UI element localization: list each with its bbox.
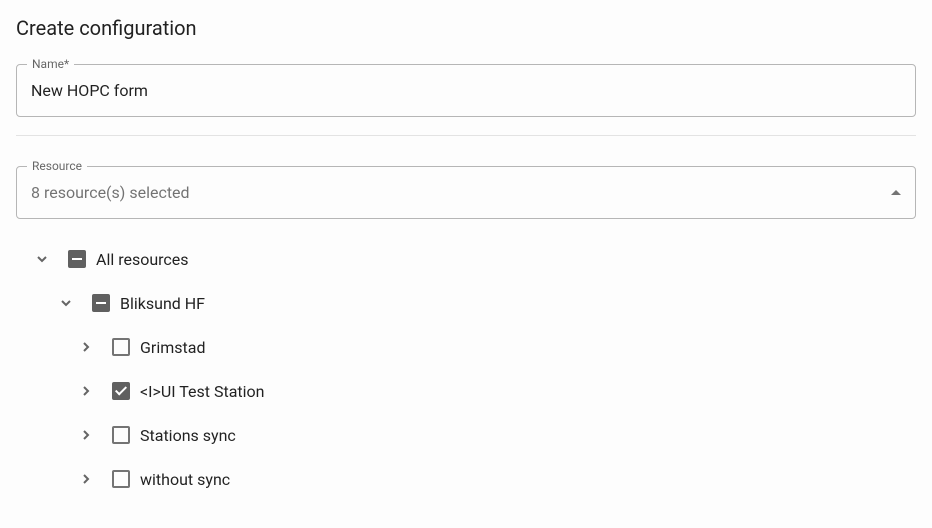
tree-node-bliksund-hf: Bliksund HF [16,281,916,325]
checkbox-stations-sync[interactable] [112,426,130,444]
section-divider [16,135,916,136]
name-field-wrapper: Name* [16,64,916,117]
tree-node-all-resources: All resources [16,237,916,281]
collapse-icon[interactable] [30,247,54,271]
tree-label: All resources [96,250,189,269]
expand-icon[interactable] [74,423,98,447]
tree-label: <I>UI Test Station [140,382,264,401]
page-title: Create configuration [16,16,916,40]
expand-icon[interactable] [74,379,98,403]
checkbox-ui-test-station[interactable] [112,382,130,400]
resource-select-value: 8 resource(s) selected [31,183,190,202]
name-input[interactable] [17,65,915,116]
tree-label: Grimstad [140,338,205,357]
tree-node-stations-sync: Stations sync [16,413,916,457]
expand-icon[interactable] [74,467,98,491]
resource-field-label: Resource [27,159,87,173]
tree-label: without sync [140,470,230,489]
arrow-up-icon [891,190,901,195]
expand-icon[interactable] [74,335,98,359]
tree-node-ui-test-station: <I>UI Test Station [16,369,916,413]
checkbox-all-resources[interactable] [68,250,86,268]
resource-tree: All resources Bliksund HF Grimstad <I>UI… [16,237,916,501]
tree-node-without-sync: without sync [16,457,916,501]
checkbox-bliksund-hf[interactable] [92,294,110,312]
collapse-icon[interactable] [54,291,78,315]
checkbox-without-sync[interactable] [112,470,130,488]
tree-label: Stations sync [140,426,236,445]
tree-label: Bliksund HF [120,294,205,313]
name-field-label: Name* [27,57,74,71]
tree-node-grimstad: Grimstad [16,325,916,369]
resource-select[interactable]: Resource 8 resource(s) selected [16,166,916,219]
checkbox-grimstad[interactable] [112,338,130,356]
